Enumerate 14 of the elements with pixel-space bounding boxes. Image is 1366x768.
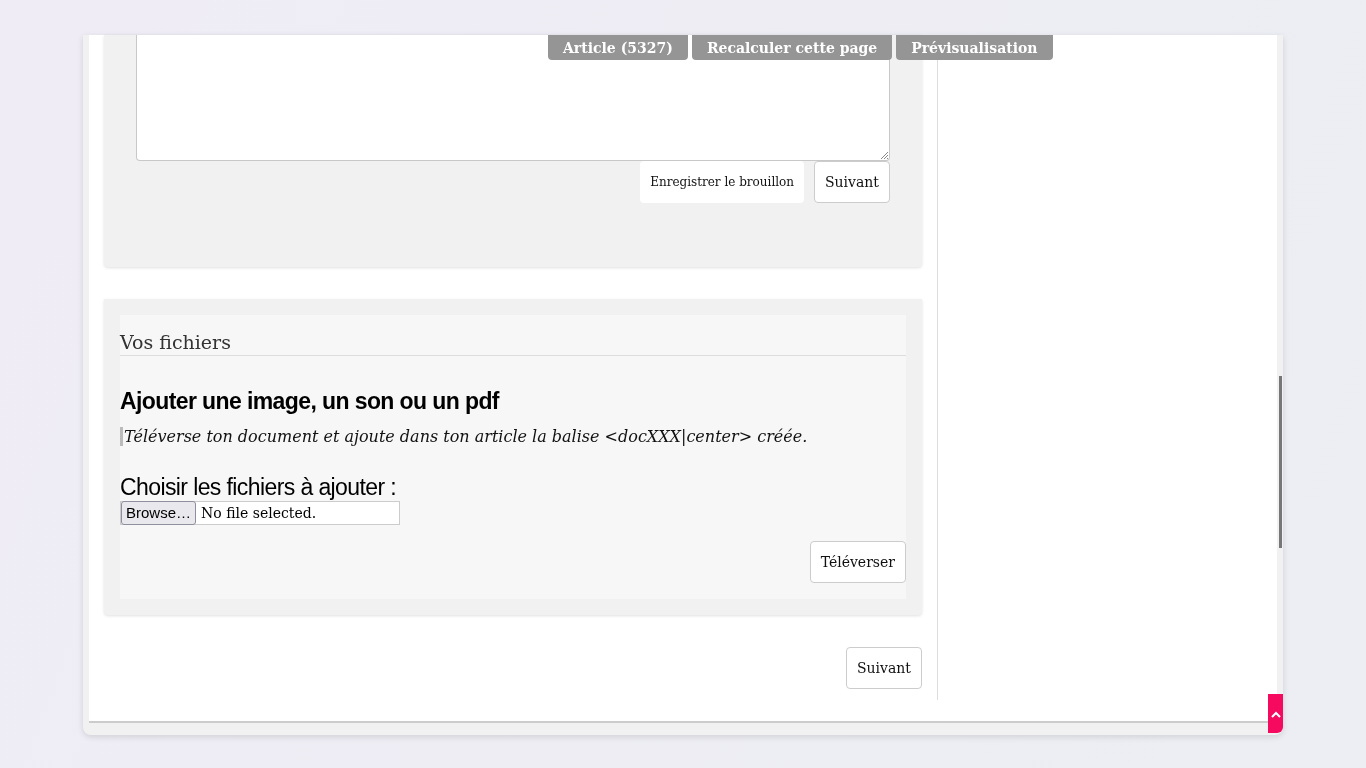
next-button[interactable]: Suivant: [846, 647, 922, 689]
text-area[interactable]: [136, 35, 890, 161]
chevron-up-icon: [1270, 709, 1281, 718]
scrollbar-thumb[interactable]: [1279, 376, 1282, 548]
editor-button[interactable]: Suivant: [814, 161, 890, 203]
panel-title: Vos fichiers: [120, 329, 906, 356]
hint-text: Téléverse ton document et ajoute dans ton article la balise <docXXX|center> créée.: [120, 427, 906, 446]
field-label: Choisir les fichiers à ajouter :: [120, 474, 398, 501]
resize-grip-icon[interactable]: [880, 151, 888, 159]
file-input[interactable]: Browse… No file selected.: [120, 501, 400, 525]
section-heading: Ajouter une image, un son ou un pdf: [120, 388, 501, 415]
upload-button[interactable]: Téléverser: [809, 541, 906, 583]
back-to-top-button[interactable]: [1268, 694, 1283, 733]
editor-button[interactable]: Enregistrer le brouillon: [640, 161, 804, 203]
